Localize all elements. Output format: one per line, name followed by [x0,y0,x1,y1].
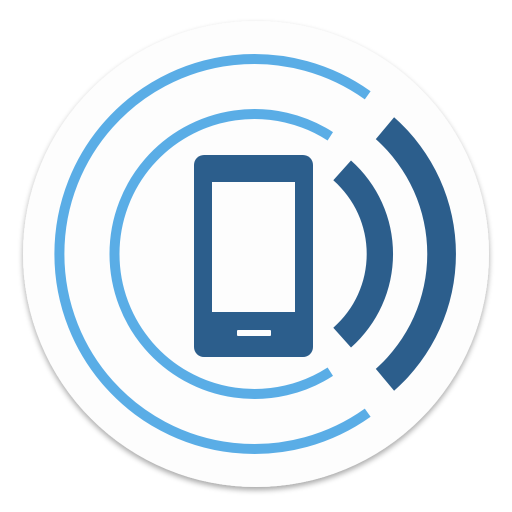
phone-signal-app-icon[interactable] [0,0,512,512]
home-button-icon [237,330,271,336]
app-icon-stage [0,0,512,512]
phone-screen [212,182,295,312]
smartphone-icon [194,155,313,357]
